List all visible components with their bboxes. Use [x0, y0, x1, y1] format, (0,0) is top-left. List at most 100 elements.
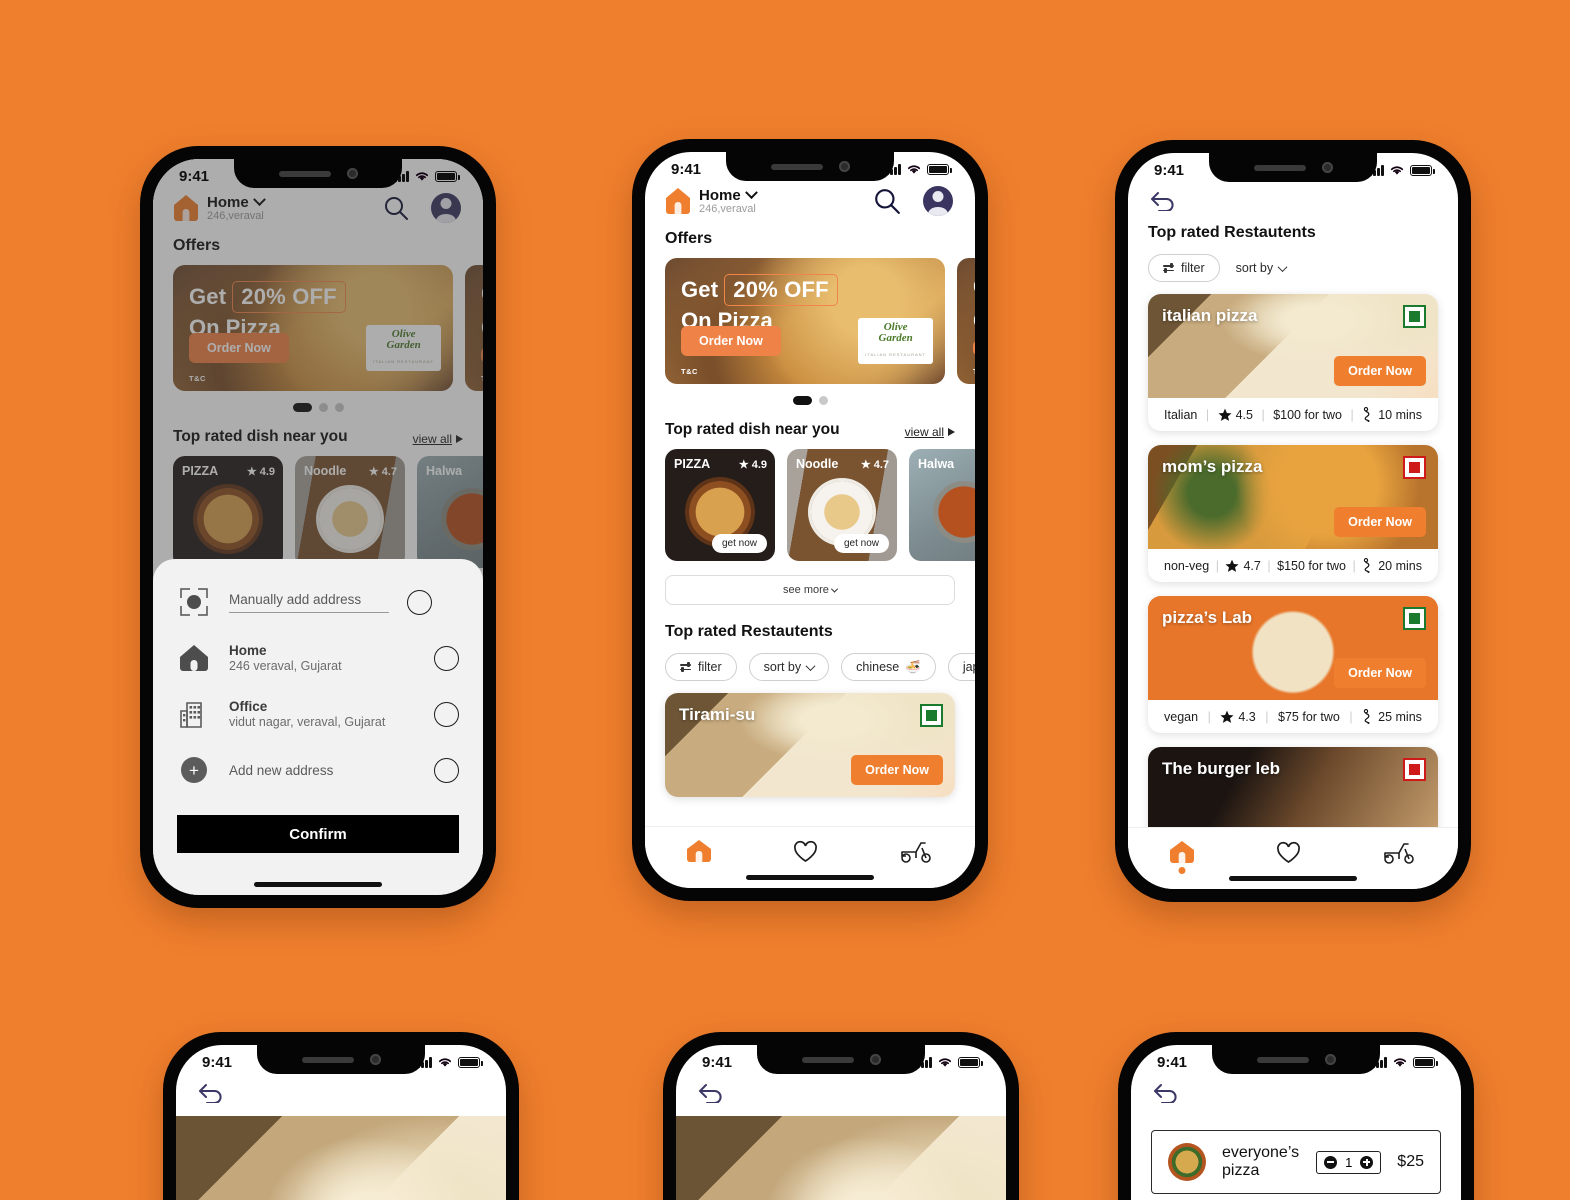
address-option-manual[interactable]: Manually add address [177, 585, 459, 619]
offer-order-button[interactable]: Order Now [681, 326, 781, 356]
chip-sort-by[interactable]: sort by [1231, 254, 1291, 282]
offer-card[interactable]: G O T&C [957, 258, 975, 384]
back-bar [1128, 183, 1458, 224]
manual-address-field[interactable]: Manually add address [229, 592, 389, 613]
speaker [1256, 1056, 1309, 1063]
battery-icon [458, 1057, 483, 1068]
order-now-button[interactable]: Order Now [1334, 356, 1426, 386]
dish-carousel[interactable]: PIZZA ★ 4.9 get now Noodle ★ 4.7 get now Hal… [645, 439, 975, 561]
chip-label: chinese [856, 660, 900, 674]
address-radio[interactable] [434, 645, 459, 671]
notch [726, 152, 894, 181]
see-more-button[interactable]: see more [665, 575, 955, 605]
offer-tc: T&C [973, 367, 975, 376]
veg-marker-icon [920, 704, 943, 727]
location-selector[interactable]: Home 246,veraval [665, 186, 758, 215]
time-value: 25 mins [1378, 709, 1422, 724]
confirm-button[interactable]: Confirm [177, 815, 459, 853]
order-now-button[interactable]: Order Now [851, 755, 943, 785]
back-arrow-icon[interactable] [698, 1081, 724, 1104]
restaurant-delivery-time: 20 mins [1362, 558, 1422, 573]
address-info: Home 246 veraval, Gujarat [229, 643, 416, 673]
chip-japanese[interactable]: japanese🍣 [947, 653, 975, 681]
restaurant-card[interactable]: pizza’s Lab Order Now vegan | 4.3 | $75 … [1148, 596, 1438, 733]
play-arrow-icon [948, 428, 955, 436]
nav-home-icon[interactable] [686, 839, 712, 864]
phone-1-screen: 9:41 Home 246,veraval Offers Get 20% OFF… [153, 159, 483, 895]
divider: | [1207, 709, 1211, 724]
plus-circle-icon[interactable] [1360, 1155, 1374, 1169]
view-all-link[interactable]: view all [905, 425, 955, 439]
restaurants-title: Top rated Restautents [665, 623, 833, 640]
restaurant-delivery-time: 25 mins [1362, 709, 1422, 724]
chip-chinese[interactable]: chinese 🍜 [841, 653, 936, 681]
nav-favourites-icon[interactable] [1276, 841, 1301, 864]
search-icon[interactable] [873, 187, 901, 215]
get-now-button[interactable]: get now [833, 534, 889, 553]
office-building-icon [177, 697, 211, 731]
chip-filter[interactable]: filter [665, 653, 737, 681]
home-indicator [746, 875, 874, 880]
dot-active[interactable] [792, 396, 812, 405]
chevron-down-icon[interactable] [744, 186, 758, 200]
restaurant-card[interactable]: mom’s pizza Order Now non-veg | 4.7 | $1… [1148, 445, 1438, 582]
cart-item-row[interactable]: everyone’s pizza 1 $25 [1151, 1130, 1441, 1194]
chevron-down-icon [1277, 261, 1288, 272]
dish-section-title: Top rated dish near you [665, 421, 840, 438]
minus-circle-icon[interactable] [1324, 1155, 1338, 1169]
see-more-label: see more [783, 584, 829, 596]
address-option-office[interactable]: Office vidut nagar, veraval, Gujarat [177, 697, 459, 731]
location-label: Home [699, 187, 741, 204]
restaurant-card[interactable]: Tirami-su Order Now [665, 693, 955, 797]
address-radio[interactable] [434, 757, 459, 783]
quantity-stepper[interactable]: 1 [1316, 1150, 1382, 1174]
phone-3-app: Top rated Restautents filter sort by ita… [1128, 153, 1458, 889]
dish-card[interactable]: PIZZA ★ 4.9 get now [665, 449, 775, 561]
back-arrow-icon[interactable] [1153, 1081, 1179, 1104]
dot[interactable] [818, 396, 828, 405]
dish-name: Noodle [796, 457, 839, 471]
nav-orders-icon[interactable] [1383, 841, 1417, 865]
rating-value: 4.3 [1238, 709, 1256, 724]
offer-order-button[interactable] [973, 340, 975, 356]
address-radio[interactable] [434, 701, 459, 727]
offers-carousel[interactable]: Get 20% OFF On Pizza Order Now T&C Olive … [645, 248, 975, 384]
address-option-home[interactable]: Home 246 veraval, Gujarat [177, 641, 459, 675]
chip-sort-by[interactable]: sort by [748, 653, 830, 681]
restaurant-hero-image: italian pizza [676, 1116, 1006, 1200]
dish-card[interactable]: Noodle ★ 4.7 get now [787, 449, 897, 561]
nav-home-icon[interactable] [1169, 840, 1195, 874]
restaurant-image: italian pizza Order Now [1148, 294, 1438, 398]
dish-name: PIZZA [674, 457, 711, 471]
filter-chip-row[interactable]: filter sort by chinese 🍜 japanese🍣 [645, 641, 975, 681]
back-arrow-icon[interactable] [198, 1081, 224, 1104]
divider: | [1267, 558, 1271, 573]
offer-line2: O [973, 308, 975, 334]
address-radio[interactable] [407, 589, 432, 615]
avatar[interactable] [923, 186, 953, 216]
order-now-button[interactable]: Order Now [1334, 507, 1426, 537]
front-camera [346, 168, 358, 179]
filter-chip-row[interactable]: filter sort by [1128, 242, 1458, 282]
target-location-icon [177, 585, 211, 619]
chip-label: sort by [1235, 261, 1274, 275]
restaurant-category: non-veg [1164, 558, 1210, 573]
dish-card[interactable]: Halwa [909, 449, 975, 561]
dish-rating: ★ 4.9 [738, 458, 767, 472]
back-arrow-icon[interactable] [1150, 189, 1176, 212]
cart-item-name: everyone’s pizza [1222, 1144, 1300, 1179]
restaurant-name: pizza’s Lab [1162, 608, 1253, 627]
address-option-add-new[interactable]: + Add new address [177, 753, 459, 787]
nav-orders-icon[interactable] [900, 840, 934, 864]
rating-value: 4.9 [751, 458, 767, 471]
order-now-button[interactable]: Order Now [1334, 658, 1426, 688]
restaurant-name: italian pizza [1162, 306, 1258, 325]
nav-favourites-icon[interactable] [793, 840, 818, 863]
restaurant-price: $100 for two [1273, 407, 1342, 422]
offer-card[interactable]: Get 20% OFF On Pizza Order Now T&C Olive … [665, 258, 945, 384]
carousel-dots[interactable] [645, 384, 975, 405]
chip-filter[interactable]: filter [1148, 254, 1220, 282]
quantity-value: 1 [1345, 1154, 1353, 1170]
get-now-button[interactable]: get now [711, 534, 767, 553]
restaurant-card[interactable]: italian pizza Order Now Italian | 4.5 | … [1148, 294, 1438, 431]
